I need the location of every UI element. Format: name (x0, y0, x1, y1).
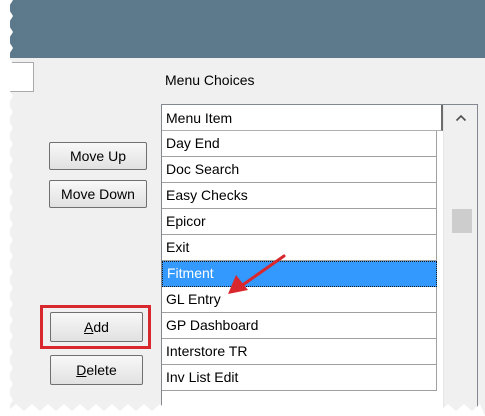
list-rows: Day End Doc Search Easy Checks Epicor Ex… (162, 131, 437, 391)
scroll-up-button[interactable] (444, 105, 477, 131)
add-label-rest: dd (93, 319, 109, 335)
list-item[interactable]: Exit (162, 235, 437, 261)
move-up-button[interactable]: Move Up (49, 142, 147, 170)
scroll-thumb[interactable] (452, 209, 472, 233)
list-item[interactable]: GL Entry (162, 287, 437, 313)
add-button[interactable]: Add (50, 312, 143, 342)
list-item[interactable]: Interstore TR (162, 339, 437, 365)
arrow-icon (228, 254, 286, 294)
torn-bottom-edge (0, 404, 485, 416)
list-item-selected[interactable]: Fitment (162, 261, 437, 287)
list-item[interactable]: Epicor (162, 209, 437, 235)
list-item[interactable]: Easy Checks (162, 183, 437, 209)
chevron-up-icon (455, 114, 467, 122)
list-item[interactable]: Inv List Edit (162, 365, 437, 391)
column-header-label: Menu Item (166, 110, 233, 126)
delete-button[interactable]: Delete (50, 355, 143, 385)
list-item[interactable]: Day End (162, 131, 437, 157)
list-item[interactable]: GP Dashboard (162, 313, 437, 339)
delete-accelerator: D (76, 362, 87, 378)
column-header-menu-item[interactable]: Menu Item (162, 105, 443, 131)
dialog-window: Menu Choices Move Up Move Down Add Delet… (0, 0, 485, 416)
move-down-button[interactable]: Move Down (49, 180, 147, 208)
add-accelerator: A (84, 319, 94, 335)
menu-choices-label: Menu Choices (165, 72, 255, 88)
torn-left-edge (0, 0, 13, 416)
delete-label-rest: elete (86, 362, 117, 378)
title-bar (10, 0, 485, 58)
list-item[interactable]: Doc Search (162, 157, 437, 183)
menu-choices-list[interactable]: Menu Item Day End Doc Search Easy Checks… (161, 104, 478, 416)
vertical-scrollbar[interactable] (443, 105, 477, 415)
